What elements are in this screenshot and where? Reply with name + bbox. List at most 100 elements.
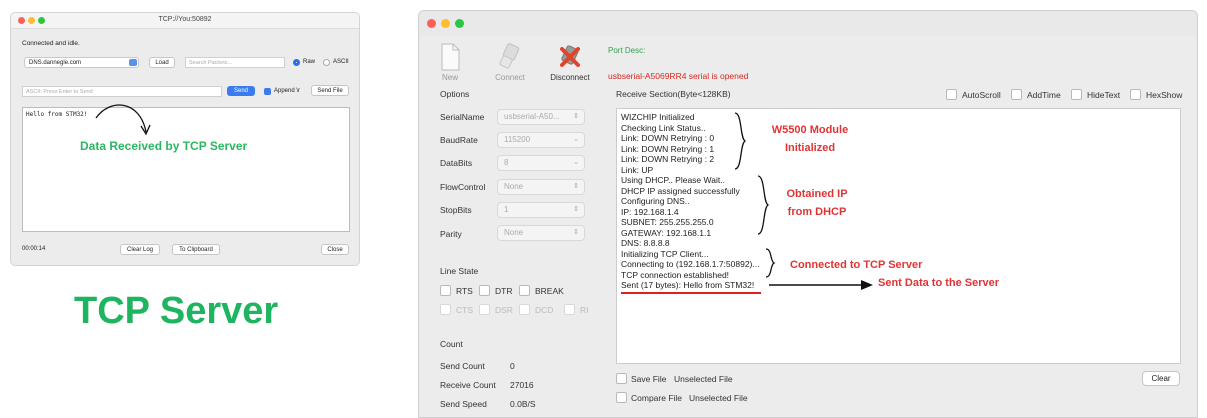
hexshow-checkbox[interactable] [1130, 89, 1141, 100]
chevron-down-icon: ⌄ [573, 136, 579, 143]
ri-label: RI [580, 305, 589, 315]
send-count-value: 0 [510, 361, 515, 371]
databits-value: 8 [504, 158, 509, 167]
receive-count-label: Receive Count [440, 380, 496, 390]
close-dot-icon[interactable] [427, 19, 436, 28]
receive-line: Sent (17 bytes): Hello from STM32! [621, 280, 755, 290]
receive-section-title: Receive Section(Byte<128KB) [616, 89, 731, 99]
close-button[interactable]: Close [321, 244, 349, 255]
w5500-annotation-1: W5500 Module [771, 124, 849, 136]
receive-line: Configuring DNS.. [621, 196, 690, 206]
send-count-label: Send Count [440, 361, 485, 371]
clear-log-button[interactable]: Clear Log [120, 244, 160, 255]
receive-line: DNS: 8.8.8.8 [621, 238, 670, 248]
send-speed-value: 0.0B/S [510, 399, 536, 409]
compare-file-checkbox[interactable] [616, 392, 627, 403]
stepper-arrows-icon: ⇕ [573, 206, 579, 213]
receive-line: Link: DOWN Retrying : 1 [621, 143, 715, 154]
break-label: BREAK [535, 286, 564, 296]
new-button[interactable]: New [425, 43, 475, 82]
addtime-label: AddTime [1027, 90, 1061, 100]
receive-line: IP: 192.168.1.4 [621, 206, 679, 217]
hidetext-checkbox[interactable] [1071, 89, 1082, 100]
stepper-arrows-icon: ⇕ [573, 183, 579, 190]
rts-label: RTS [456, 286, 473, 296]
receive-line: Link: DOWN Retrying : 2 [621, 154, 715, 164]
receive-line: WIZCHIP Initialized [621, 112, 695, 122]
save-file-value: Unselected File [674, 374, 733, 384]
usb-plug-icon [499, 43, 520, 69]
save-file-checkbox[interactable] [616, 373, 627, 384]
disconnect-button[interactable]: Disconnect [545, 43, 595, 82]
w5500-brace-icon [734, 112, 747, 170]
receive-line: SUBNET: 255.255.255.0 [621, 217, 714, 227]
zoom-dot-icon[interactable] [455, 19, 464, 28]
dcd-label: DCD [535, 305, 554, 315]
receive-text-area[interactable]: WIZCHIP Initialized Checking Link Status… [616, 108, 1181, 364]
parity-select[interactable]: None ⇕ [497, 225, 585, 241]
ri-checkbox [564, 304, 575, 315]
parity-value: None [504, 228, 524, 237]
connect-button[interactable]: Connect [485, 43, 535, 82]
dcd-checkbox [519, 304, 530, 315]
parity-label: Parity [440, 229, 462, 239]
receive-line: TCP connection established! [621, 269, 730, 280]
serialname-label: SerialName [440, 112, 485, 122]
right-titlebar [419, 11, 1197, 36]
receive-line: Initializing TCP Client... [621, 248, 709, 259]
stopbits-select[interactable]: 1 ⇕ [497, 202, 585, 218]
serialname-value: usbserial-A50... [504, 112, 560, 121]
clear-button[interactable]: Clear [1142, 371, 1180, 386]
flowcontrol-select[interactable]: None ⇕ [497, 179, 585, 195]
save-file-label: Save File [631, 374, 667, 384]
elapsed-time: 00:00:14 [22, 246, 46, 252]
cts-label: CTS [456, 305, 473, 315]
options-title: Options [440, 89, 470, 99]
receive-line: Link: UP [621, 164, 654, 175]
baudrate-label: BaudRate [440, 135, 478, 145]
stopbits-value: 1 [504, 205, 509, 214]
autoscroll-checkbox[interactable] [946, 89, 957, 100]
count-title: Count [440, 339, 463, 349]
sent-line-underline [621, 292, 761, 294]
new-label: New [441, 73, 458, 82]
hidetext-label: HideText [1087, 90, 1121, 100]
receive-line: Using DHCP.. Please Wait.. [621, 175, 725, 185]
port-desc: Port Desc: [608, 46, 646, 55]
w5500-annotation-2: Initialized [784, 142, 836, 154]
received-annotation: Data Received by TCP Server [80, 139, 248, 153]
connect-label: Connect [495, 73, 525, 82]
flowcontrol-value: None [504, 182, 524, 191]
autoscroll-label: AutoScroll [962, 90, 1001, 100]
to-clipboard-button[interactable]: To Clipboard [172, 244, 220, 255]
serial-tool-window: New Connect Disconnect Port Desc: usbser… [418, 10, 1198, 418]
dhcp-annotation-1: Obtained IP [786, 188, 848, 200]
flowcontrol-label: FlowControl [440, 182, 486, 192]
serialname-select[interactable]: usbserial-A50... ⇕ [497, 109, 585, 125]
dhcp-annotation-2: from DHCP [787, 206, 847, 218]
stepper-arrows-icon: ⇕ [573, 113, 579, 120]
line-state-title: Line State [440, 266, 479, 276]
disconnect-icon [560, 45, 580, 67]
dtr-label: DTR [495, 286, 513, 296]
rts-checkbox[interactable] [440, 285, 451, 296]
stopbits-label: StopBits [440, 205, 472, 215]
serial-status: usbserial-A5069RR4 serial is opened [608, 71, 749, 81]
compare-file-label: Compare File [631, 393, 683, 403]
cts-checkbox [440, 304, 451, 315]
databits-select[interactable]: 8 ⌄ [497, 155, 585, 171]
baudrate-value: 115200 [504, 135, 531, 144]
minimize-dot-icon[interactable] [441, 19, 450, 28]
baudrate-select[interactable]: 115200 ⌄ [497, 132, 585, 148]
databits-label: DataBits [440, 158, 473, 168]
send-speed-label: Send Speed [440, 399, 487, 409]
tcp-server-caption: TCP Server [74, 290, 279, 332]
dtr-checkbox[interactable] [479, 285, 490, 296]
tcp-brace-icon [765, 248, 776, 278]
receive-line: Link: DOWN Retrying : 0 [621, 133, 715, 143]
addtime-checkbox[interactable] [1011, 89, 1022, 100]
break-checkbox[interactable] [519, 285, 530, 296]
sent-arrow-icon [769, 280, 873, 290]
dsr-label: DSR [495, 305, 513, 315]
new-document-icon [441, 43, 460, 71]
